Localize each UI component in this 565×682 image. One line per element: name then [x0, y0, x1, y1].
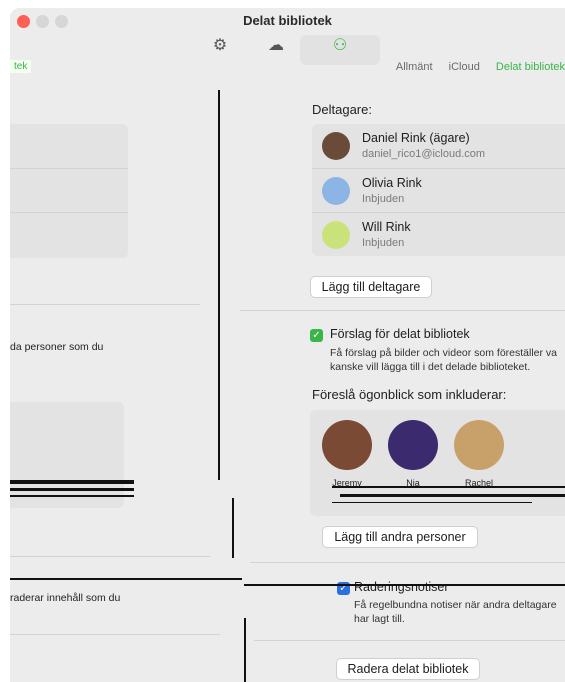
- tab-icloud[interactable]: iCloud: [449, 61, 480, 73]
- participant-name: Daniel Rink (ägare): [362, 131, 470, 145]
- partial-tab-label: tek: [10, 60, 32, 73]
- suggestions-description: Få förslag på bilder och videor som före…: [330, 347, 558, 373]
- participants-heading: Deltagare:: [312, 102, 372, 117]
- pane-divider-2: [232, 498, 234, 558]
- moments-people-card: Jeremy Nia Rachel: [310, 410, 565, 516]
- suggestions-checkbox[interactable]: ✓: [310, 329, 323, 342]
- participant-status: Inbjuden: [362, 193, 405, 205]
- tab-general-ghost[interactable]: ⚙: [190, 35, 250, 75]
- deletion-notices-label: Raderingsnotiser: [354, 580, 449, 594]
- avatar: [322, 177, 350, 205]
- left-card: [10, 124, 128, 258]
- participant-row[interactable]: Olivia Rink Inbjuden: [312, 168, 565, 213]
- person-photo[interactable]: [388, 420, 438, 470]
- tab-shared-library[interactable]: Delat bibliotek: [496, 61, 565, 73]
- toolbar-tabs: Allmänt iCloud Delat bibliotek: [383, 61, 565, 73]
- pane-divider: [218, 90, 220, 480]
- moments-heading: Föreslå ögonblick som inkluderar:: [312, 387, 507, 402]
- participant-email: daniel_rico1@icloud.com: [362, 148, 486, 160]
- participant-row[interactable]: Daniel Rink (ägare) daniel_rico1@icloud.…: [312, 124, 565, 168]
- add-other-people-button[interactable]: Lägg till andra personer: [322, 526, 478, 548]
- left-description-2: raderar innehåll som du: [10, 592, 121, 604]
- left-pane-ghost: da personer som du raderar innehåll som …: [10, 78, 242, 682]
- add-participant-button[interactable]: Lägg till deltagare: [310, 276, 432, 298]
- person-photo[interactable]: [322, 420, 372, 470]
- participant-status: Inbjuden: [362, 237, 405, 249]
- delete-shared-library-button[interactable]: Radera delat bibliotek: [336, 658, 480, 680]
- participant-name: Olivia Rink: [362, 176, 422, 190]
- pane-divider-3: [244, 618, 246, 682]
- gear-icon: ⚙: [212, 37, 228, 54]
- people-icon: ⚇: [332, 37, 348, 54]
- person-photo[interactable]: [454, 420, 504, 470]
- left-description-1: da personer som du: [10, 341, 104, 353]
- suggestions-label: Förslag för delat bibliotek: [330, 327, 470, 341]
- tab-general[interactable]: Allmänt: [396, 61, 433, 73]
- left-card-2: [10, 402, 124, 508]
- participant-name: Will Rink: [362, 220, 411, 234]
- participant-row[interactable]: Will Rink Inbjuden: [312, 212, 565, 257]
- participants-list: Daniel Rink (ägare) daniel_rico1@icloud.…: [312, 124, 565, 256]
- avatar: [322, 221, 350, 249]
- cloud-icon: ☁: [268, 37, 284, 54]
- avatar: [322, 132, 350, 160]
- preferences-content: da personer som du raderar innehåll som …: [10, 78, 565, 682]
- deletion-notices-description: Få regelbundna notiser när andra deltaga…: [354, 599, 557, 625]
- title-bar: Delat bibliotek ⚙ ☁ ⚇ tek Allmänt iCloud…: [10, 8, 565, 73]
- tab-icloud-ghost[interactable]: ☁: [246, 35, 306, 75]
- tab-shared-library-ghost[interactable]: ⚇: [300, 35, 380, 65]
- window-title: Delat bibliotek: [243, 13, 332, 28]
- preferences-window: Delat bibliotek ⚙ ☁ ⚇ tek Allmänt iCloud…: [10, 8, 565, 682]
